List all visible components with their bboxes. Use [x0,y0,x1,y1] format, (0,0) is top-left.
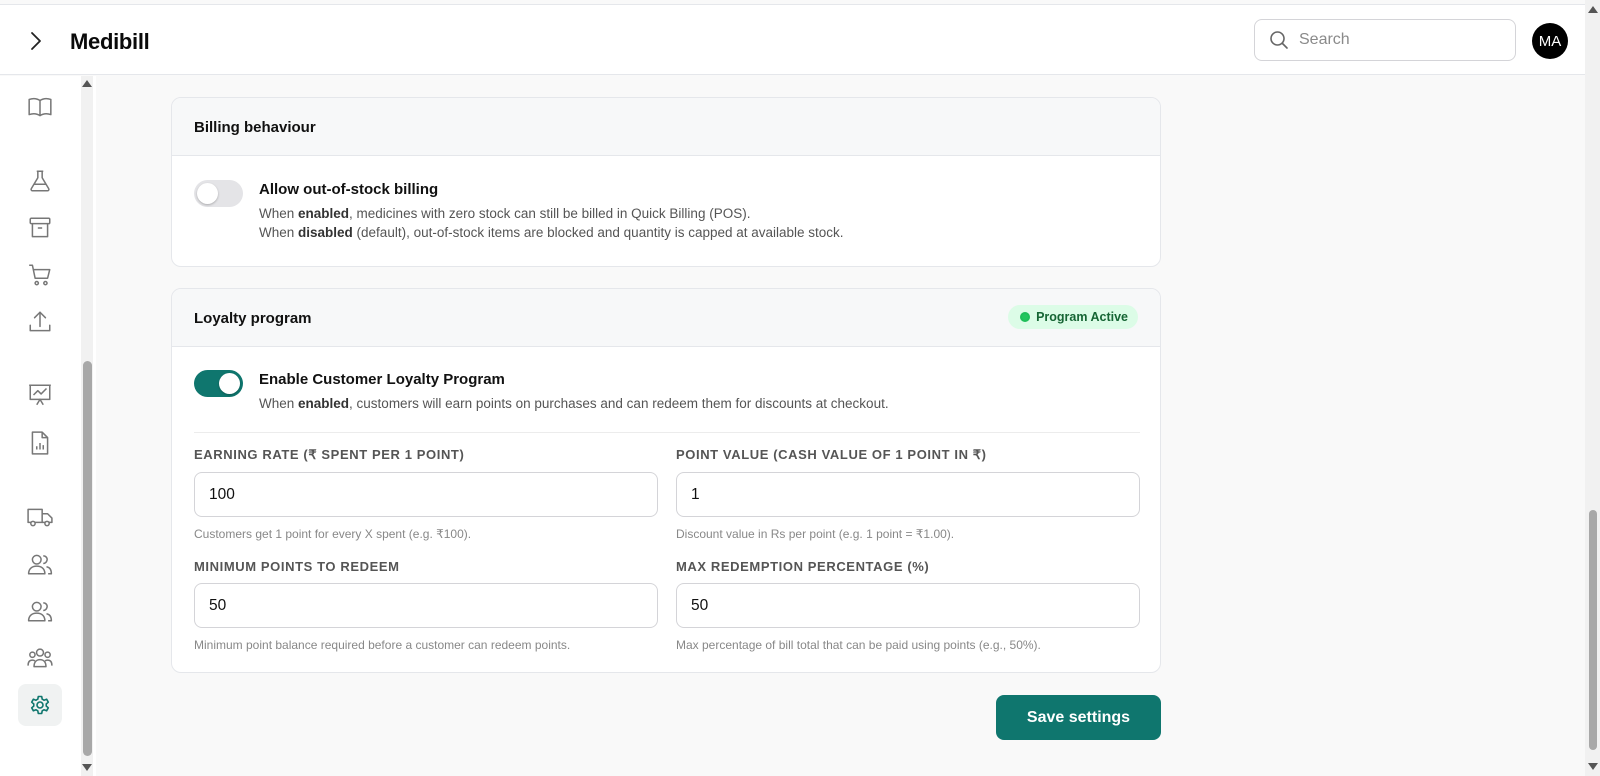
loyalty-program-title: Loyalty program [194,310,312,327]
min-points-input[interactable] [194,583,658,628]
loyalty-program-toggle[interactable] [194,370,243,397]
sidebar-scroll-down-icon[interactable] [82,764,92,771]
max-redemption-help: Max percentage of bill total that can be… [676,638,1041,652]
min-points-label: MINIMUM POINTS TO REDEEM [194,559,400,574]
sidebar-item-upload[interactable] [18,301,62,343]
loyalty-program-desc: When enabled, customers will earn points… [259,396,889,411]
sidebar-item-delivery[interactable] [18,496,62,538]
book-open-icon [28,97,52,117]
top-header: Medibill MA [0,4,1585,75]
cart-icon [29,264,51,286]
sidebar-item-settings[interactable] [18,684,62,726]
billing-behaviour-title: Billing behaviour [194,119,316,136]
point-value-label: POINT VALUE (CASH VALUE OF 1 POINT IN ₹) [676,447,987,462]
out-of-stock-disabled-desc: When disabled (default), out-of-stock it… [259,225,844,240]
billing-behaviour-card: Billing behaviour Allow out-of-stock bil… [171,97,1161,267]
file-chart-icon [31,431,49,455]
earning-rate-label: EARNING RATE (₹ SPENT PER 1 POINT) [194,447,465,462]
out-of-stock-billing-toggle[interactable] [194,180,243,207]
page-scroll-down-icon[interactable] [1588,763,1598,770]
point-value-input[interactable] [676,472,1140,517]
search-box[interactable] [1254,19,1516,61]
avatar[interactable]: MA [1532,23,1568,59]
sidebar-item-lab[interactable] [18,160,62,202]
max-redemption-input[interactable] [676,583,1140,628]
point-value-help: Discount value in Rs per point (e.g. 1 p… [676,527,955,541]
flask-icon [30,170,50,192]
settings-icon [30,695,50,715]
sidebar-scroll-up-icon[interactable] [82,80,92,87]
archive-icon [29,217,51,238]
loyalty-program-header: Loyalty program Program Active [172,289,1160,347]
search-input[interactable] [1299,31,1499,49]
save-settings-button[interactable]: Save settings [996,695,1161,740]
sidebar [0,76,96,776]
truck-icon [27,508,53,527]
expand-sidebar-button[interactable] [22,27,50,55]
users-icon [27,554,53,575]
upload-icon [29,311,51,332]
billing-behaviour-header: Billing behaviour [172,98,1160,156]
user-group-icon [27,648,53,668]
users-alt-icon [27,601,53,622]
chevron-right-icon [31,32,41,50]
sidebar-item-documents[interactable] [18,422,62,464]
status-dot-icon [1020,312,1031,322]
max-redemption-label: MAX REDEMPTION PERCENTAGE (%) [676,559,930,574]
chart-presentation-icon [29,384,51,406]
sidebar-item-reports[interactable] [18,374,62,416]
sidebar-item-suppliers[interactable] [18,590,62,632]
out-of-stock-billing-title: Allow out-of-stock billing [259,181,439,198]
sidebar-item-purchases[interactable] [18,254,62,296]
out-of-stock-enabled-desc: When enabled, medicines with zero stock … [259,206,751,221]
divider [194,432,1140,433]
sidebar-scroll-thumb[interactable] [83,361,92,756]
app-title: Medibill [70,29,150,54]
earning-rate-input[interactable] [194,472,658,517]
page-scroll-thumb[interactable] [1589,510,1597,750]
sidebar-item-catalog[interactable] [18,86,62,128]
page-scroll-up-icon[interactable] [1588,6,1598,13]
earning-rate-help: Customers get 1 point for every X spent … [194,527,472,541]
sidebar-item-customers[interactable] [18,543,62,585]
search-icon [1270,31,1288,49]
loyalty-program-card: Loyalty program Program Active Enable Cu… [171,288,1161,673]
sidebar-item-team[interactable] [18,637,62,679]
status-badge: Program Active [1008,305,1138,329]
min-points-help: Minimum point balance required before a … [194,638,571,652]
sidebar-item-inventory[interactable] [18,207,62,249]
loyalty-program-option-title: Enable Customer Loyalty Program [259,371,505,388]
